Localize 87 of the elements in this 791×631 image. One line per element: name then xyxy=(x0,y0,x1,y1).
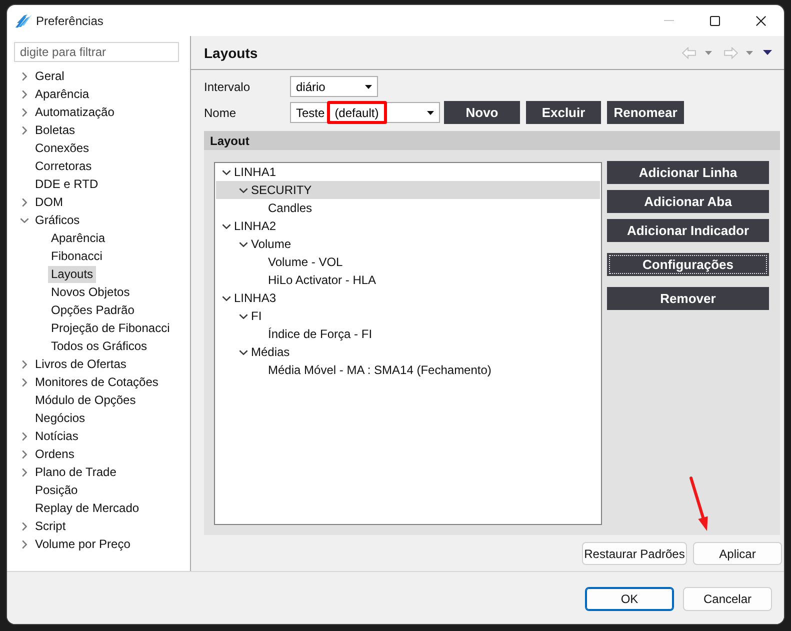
tree-item[interactable]: Volume xyxy=(216,235,600,253)
chevron-right-icon[interactable] xyxy=(22,360,27,368)
tree-item[interactable]: LINHA1 xyxy=(216,163,600,181)
tree-item[interactable]: Média Móvel - MA : SMA14 (Fechamento) xyxy=(216,361,600,379)
sidebar-item[interactable]: Conexões xyxy=(32,140,92,156)
sidebar-item[interactable]: Monitores de Cotações xyxy=(32,374,162,390)
dropdown-field[interactable]: diário xyxy=(290,76,378,97)
chevron-right-icon[interactable] xyxy=(22,378,27,386)
sidebar-item[interactable]: Fibonacci xyxy=(48,248,106,264)
chevron-right-icon[interactable] xyxy=(22,108,27,116)
sidebar-item[interactable]: DDE e RTD xyxy=(32,176,102,192)
dialog-button[interactable]: Aplicar xyxy=(693,542,782,565)
sidebar-item[interactable]: DOM xyxy=(32,194,66,210)
suffix-label: (default) xyxy=(326,101,387,124)
sidebar-item[interactable]: Todos os Gráficos xyxy=(48,338,150,354)
chevron-down-icon[interactable] xyxy=(222,170,231,174)
chevron-right-icon[interactable] xyxy=(22,522,27,530)
sidebar-item[interactable]: Livros de Ofertas xyxy=(32,356,130,372)
filter-field[interactable]: digite para filtrar xyxy=(14,42,179,62)
sidebar-item[interactable]: Plano de Trade xyxy=(32,464,120,480)
tree-item[interactable]: Candles xyxy=(216,199,600,217)
chevron-down-icon[interactable] xyxy=(222,296,231,300)
caret-icon xyxy=(427,110,434,114)
chevron-right-icon[interactable] xyxy=(22,432,27,440)
chevron-down-icon[interactable] xyxy=(239,188,248,192)
sidebar-item[interactable]: Opções Padrão xyxy=(48,302,138,318)
command-button[interactable]: Novo xyxy=(444,101,520,124)
caret-icon[interactable] xyxy=(705,50,712,54)
chevron-down-icon[interactable] xyxy=(239,314,248,318)
sidebar-item[interactable]: Novos Objetos xyxy=(48,284,133,300)
tree-item[interactable]: Volume - VOL xyxy=(216,253,600,271)
chevron-down-icon[interactable] xyxy=(239,350,248,354)
tree-item[interactable]: SECURITY xyxy=(216,181,600,199)
dialog-button[interactable]: Cancelar xyxy=(683,587,772,611)
chevron-right-icon[interactable] xyxy=(22,198,27,206)
page-title: Layouts xyxy=(204,44,258,60)
sidebar-item[interactable]: Aparência xyxy=(48,230,108,246)
tree-item[interactable]: LINHA3 xyxy=(216,289,600,307)
field-label: Nome xyxy=(204,106,238,120)
close-icon[interactable] xyxy=(756,16,766,26)
command-button[interactable]: Remover xyxy=(607,287,769,310)
chevron-right-icon[interactable] xyxy=(22,540,27,548)
chevron-right-icon[interactable] xyxy=(22,468,27,476)
chevron-down-icon[interactable] xyxy=(222,224,231,228)
sidebar-item[interactable]: Projeção de Fibonacci xyxy=(48,320,173,336)
sidebar-item[interactable]: Notícias xyxy=(32,428,82,444)
field-label: Intervalo xyxy=(204,80,252,94)
tree-item[interactable]: LINHA2 xyxy=(216,217,600,235)
sidebar-item[interactable]: Posição xyxy=(32,482,81,498)
sidebar-item[interactable]: Ordens xyxy=(32,446,78,462)
command-button[interactable]: Adicionar Aba xyxy=(607,190,769,213)
sidebar-item[interactable]: Gráficos xyxy=(32,212,83,228)
sidebar-item[interactable]: Módulo de Opções xyxy=(32,392,139,408)
app-logo-icon xyxy=(15,14,32,28)
dropdown-field[interactable]: Teste (default) xyxy=(290,102,440,123)
tree-item[interactable]: Médias xyxy=(216,343,600,361)
sidebar-item[interactable]: Negócios xyxy=(32,410,88,426)
dialog-button[interactable]: Restaurar Padrões xyxy=(582,542,687,565)
window-title: Preferências xyxy=(36,14,104,28)
command-button[interactable]: Renomear xyxy=(607,101,684,124)
sidebar-item[interactable]: Boletas xyxy=(32,122,78,138)
sidebar-item[interactable]: Corretoras xyxy=(32,158,95,174)
section-header: Layout xyxy=(204,131,780,150)
tree-item[interactable]: HiLo Activator - HLA xyxy=(216,271,600,289)
chevron-right-icon[interactable] xyxy=(22,126,27,134)
chevron-down-icon[interactable] xyxy=(239,242,248,246)
command-button[interactable]: Configurações xyxy=(607,253,769,276)
sidebar-item[interactable]: Layouts xyxy=(48,266,96,282)
sidebar-item[interactable]: Volume por Preço xyxy=(32,536,134,552)
tree-item[interactable]: Índice de Força - FI xyxy=(216,325,600,343)
chevron-right-icon[interactable] xyxy=(22,72,27,80)
command-button[interactable]: Excluir xyxy=(526,101,601,124)
chevron-right-icon[interactable] xyxy=(22,90,27,98)
menu-caret-icon[interactable] xyxy=(763,50,772,55)
sidebar-item[interactable]: Aparência xyxy=(32,86,92,102)
dialog-button[interactable]: OK xyxy=(585,587,674,611)
tree-item[interactable]: FI xyxy=(216,307,600,325)
command-button[interactable]: Adicionar Linha xyxy=(607,161,769,184)
sidebar-item[interactable]: Geral xyxy=(32,68,68,84)
sidebar-item[interactable]: Automatização xyxy=(32,104,118,120)
caret-icon[interactable] xyxy=(746,50,753,54)
caret-icon xyxy=(365,84,372,88)
sidebar-item[interactable]: Replay de Mercado xyxy=(32,500,142,516)
command-button[interactable]: Adicionar Indicador xyxy=(607,219,769,242)
chevron-right-icon[interactable] xyxy=(22,450,27,458)
sidebar-item[interactable]: Script xyxy=(32,518,69,534)
maximize-icon[interactable] xyxy=(710,16,720,26)
